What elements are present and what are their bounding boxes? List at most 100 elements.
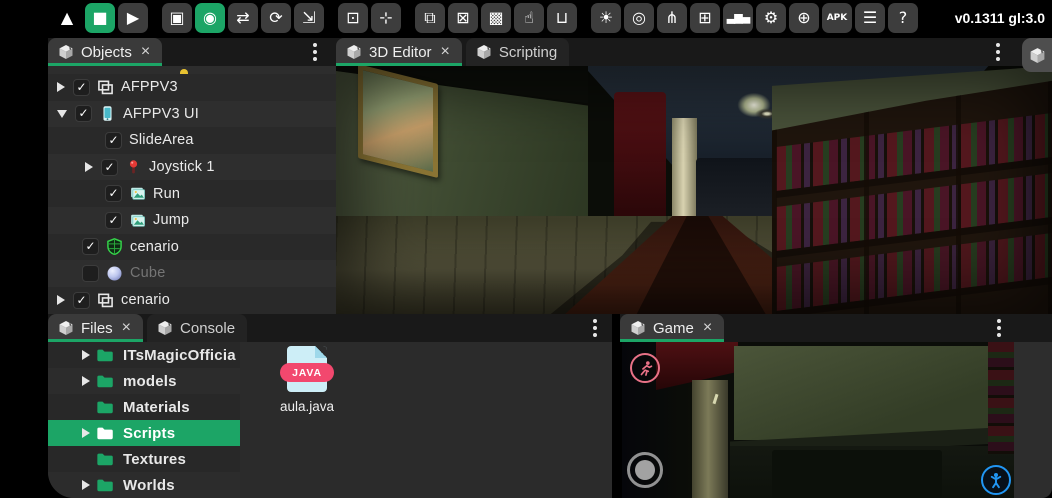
object-label: Cube [130,265,165,281]
rotate-tool-icon: ⟳ [269,3,282,33]
accessibility-icon[interactable] [981,465,1011,495]
file-grid[interactable]: JAVAaula.java [240,342,612,498]
help-button[interactable]: ? [888,3,918,33]
folder-item-models[interactable]: models [48,368,240,394]
folder-item-scripts[interactable]: Scripts [48,420,240,446]
folder-item-materials[interactable]: Materials [48,394,240,420]
close-tab-icon[interactable]: × [122,320,131,336]
duplicate-button[interactable]: ▩ [481,3,511,33]
layers-button[interactable]: ⧉ [415,3,445,33]
expand-icon[interactable] [57,295,65,305]
editor-menu-icon[interactable] [991,43,1005,61]
folder-item-itsmagicofficia[interactable]: ITsMagicOfficia [48,342,240,368]
layer-lock-button[interactable]: ⊠ [448,3,478,33]
expand-icon[interactable] [57,82,65,92]
move-tool-button[interactable]: ⇄ [228,3,258,33]
scale-tool-icon: ⇲ [302,3,315,33]
build-target-button[interactable]: ⊕ [789,3,819,33]
close-tab-icon[interactable]: × [703,320,712,336]
visibility-checkbox[interactable]: ✓ [73,79,90,96]
file-item-aula-java[interactable]: JAVAaula.java [262,346,352,414]
files-menu-icon[interactable] [588,319,602,337]
tab-scripting[interactable]: Scripting [466,38,569,66]
object-label: Jump [153,212,189,228]
tab-console[interactable]: Console [147,314,247,342]
objects-menu-icon[interactable] [308,43,322,61]
select-box-button[interactable]: ⊡ [338,3,368,33]
folder-label: Scripts [123,425,175,442]
expand-icon[interactable] [82,350,90,360]
folder-label: Worlds [123,477,175,494]
layer-lock-icon: ⊠ [456,3,469,33]
orbit-physics-button[interactable]: ◎ [624,3,654,33]
tab-files[interactable]: Files × [48,314,143,342]
tree-item-joystick-1[interactable]: ✓Joystick 1 [48,154,336,181]
expand-icon[interactable] [82,428,90,438]
tab-label: Scripting [499,44,557,61]
folder-icon [96,346,114,364]
play-button[interactable]: ▶ [118,3,148,33]
tree-item-jump[interactable]: ✓ Jump [48,207,336,234]
tree-item-cube[interactable]: Cube [48,260,336,287]
tree-item-cenario[interactable]: ✓cenario [48,234,336,261]
tree-item-afppv3[interactable]: ✓AFPPV3 [48,74,336,101]
add-cube-button[interactable]: ⊞ [690,3,720,33]
apk-export-button[interactable]: APK [822,3,852,33]
settings-gear-button[interactable]: ⚙ [756,3,786,33]
rotate-tool-button[interactable]: ⟳ [261,3,291,33]
particles-button[interactable]: ☀ [591,3,621,33]
tree-item-run[interactable]: ✓Run [48,180,336,207]
visibility-checkbox[interactable]: ✓ [105,212,122,229]
help-icon: ? [899,3,908,33]
node-path-button[interactable]: ⋔ [657,3,687,33]
visibility-checkbox[interactable]: ✓ [105,185,122,202]
stats-chart-button[interactable]: ▃▆▄ [723,3,753,33]
run-scene-button[interactable]: ▲ [52,3,82,33]
runner-icon [637,360,654,377]
save-icon: ▣ [169,3,184,33]
tap-pointer-button[interactable]: ☝ [514,3,544,33]
visibility-checkbox[interactable]: ✓ [101,159,118,176]
pivot-center-button[interactable]: ⊹ [371,3,401,33]
collapsed-panel-cube-button[interactable] [1022,38,1052,72]
duplicate-icon: ▩ [488,3,503,33]
game-viewport[interactable] [622,342,1014,498]
tab-label: Objects [81,44,132,61]
stop-button[interactable]: ■ [85,3,115,33]
tab-objects[interactable]: Objects × [48,38,162,66]
tab-3d-editor[interactable]: 3D Editor × [336,38,462,66]
delete-trash-button[interactable]: ⊔ [547,3,577,33]
3d-viewport[interactable] [336,66,1052,314]
visibility-checkbox[interactable]: ✓ [73,292,90,309]
folder-item-textures[interactable]: Textures [48,446,240,472]
visibility-checkbox[interactable]: ✓ [82,238,99,255]
tree-item-slidearea[interactable]: ✓SlideArea [48,127,336,154]
run-control-button[interactable] [630,353,660,383]
visibility-checkbox[interactable] [82,265,99,282]
database-sync-button[interactable]: ☰ [855,3,885,33]
collapse-icon[interactable] [57,110,67,118]
expand-icon[interactable] [82,376,90,386]
joystick-control[interactable] [627,452,663,488]
tree-item-cenario[interactable]: ✓cenario [48,287,336,314]
game-side-strip [1014,342,1052,498]
visibility-checkbox[interactable]: ✓ [105,132,122,149]
tree-item-afppv3-ui[interactable]: ✓AFPPV3 UI [48,101,336,128]
close-tab-icon[interactable]: × [441,44,450,60]
preview-eye-button[interactable]: ◉ [195,3,225,33]
visibility-checkbox[interactable]: ✓ [75,105,92,122]
close-tab-icon[interactable]: × [141,44,150,60]
game-menu-icon[interactable] [992,319,1006,337]
tab-game[interactable]: Game × [620,314,724,342]
expand-icon[interactable] [85,162,93,172]
folder-item-worlds[interactable]: Worlds [48,472,240,498]
folder-icon [96,450,114,468]
editor-panel: 3D Editor × Scripting [336,38,1052,314]
node-path-icon: ⋔ [665,3,678,33]
save-button[interactable]: ▣ [162,3,192,33]
folder-icon [96,476,114,494]
folded-corner [315,346,327,358]
cube-icon [630,320,646,336]
expand-icon[interactable] [82,480,90,490]
scale-tool-button[interactable]: ⇲ [294,3,324,33]
